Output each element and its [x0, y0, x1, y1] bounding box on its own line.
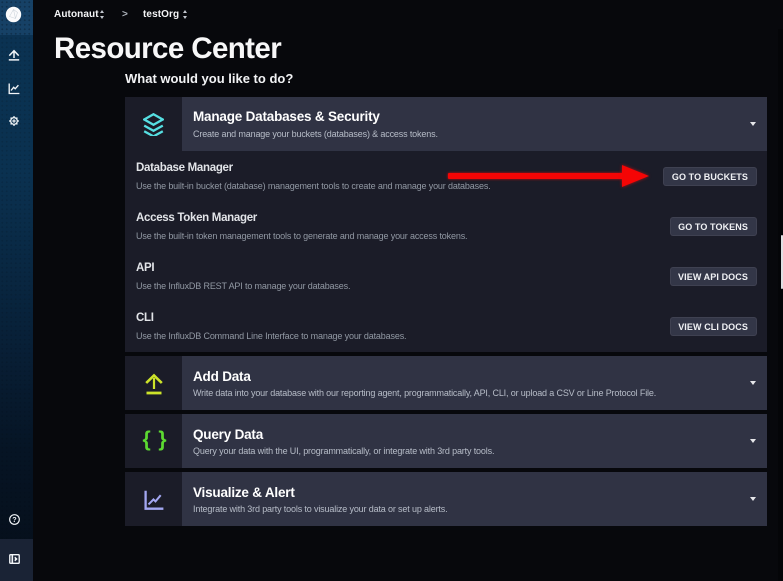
svg-text:?: ? — [12, 515, 16, 524]
